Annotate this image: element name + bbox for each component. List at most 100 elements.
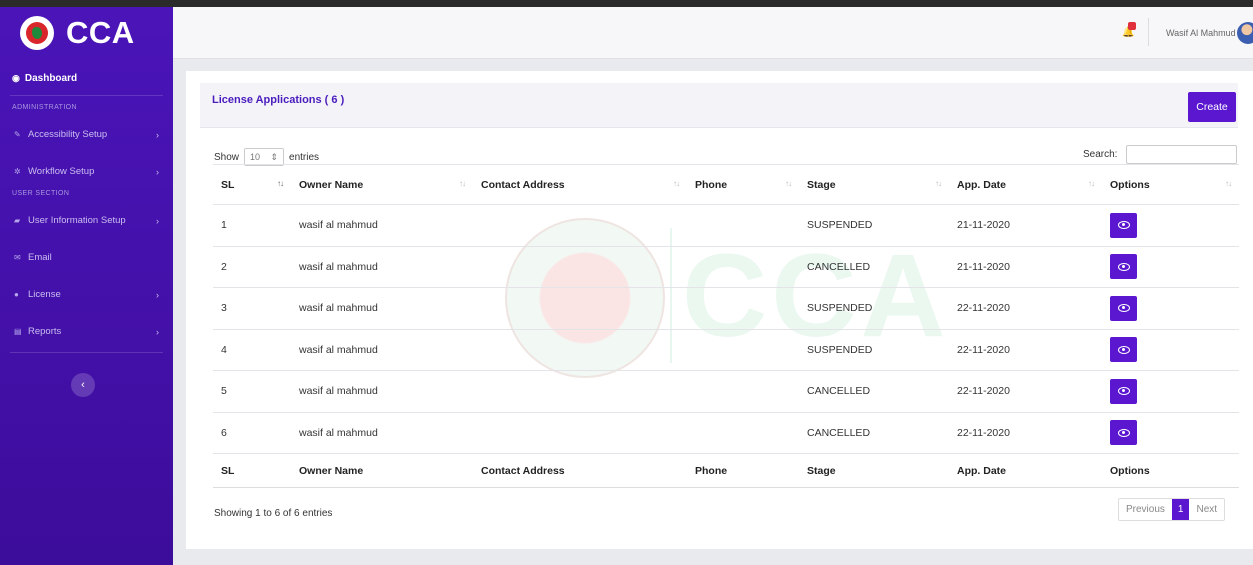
cell-contact-address: [473, 329, 687, 371]
create-button[interactable]: Create: [1188, 92, 1236, 122]
view-button[interactable]: [1110, 212, 1137, 238]
wrench-icon: ✎: [14, 130, 21, 139]
column-header-stage[interactable]: Stage ↑↓: [799, 164, 949, 205]
sidebar-item-email[interactable]: ✉ Email: [0, 239, 173, 276]
chevron-right-icon: ›: [156, 166, 159, 177]
sidebar-collapse-button[interactable]: ‹: [71, 373, 95, 397]
cell-phone: [687, 287, 799, 330]
eye-icon: [1117, 387, 1130, 396]
user-name[interactable]: Wasif Al Mahmud: [1166, 28, 1236, 38]
sidebar-item-label: Dashboard: [24, 72, 78, 84]
pagination: Previous 1 Next: [1118, 498, 1226, 521]
sidebar-item-dashboard[interactable]: ◉ Dashboard: [0, 67, 173, 89]
sidebar-item-accessibility-setup[interactable]: ✎ Accessibility Setup ›: [0, 116, 173, 153]
column-header-sl[interactable]: SL ↑↓: [213, 164, 291, 205]
topbar-divider: [1148, 18, 1149, 46]
cell-contact-address: [473, 370, 687, 413]
cell-sl: 3: [213, 287, 291, 330]
sidebar-item-reports[interactable]: ▤ Reports ›: [0, 313, 173, 350]
table-header-row: SL ↑↓ Owner Name ↑↓ Contact Address ↑↓ Phon…: [213, 164, 1239, 205]
view-button[interactable]: [1110, 295, 1137, 321]
cell-owner-name: wasif al mahmud: [291, 329, 473, 371]
cell-stage: SUSPENDED: [799, 204, 949, 247]
brand-title: CCA: [66, 15, 135, 50]
card-header: License Applications ( 6 ): [200, 83, 1238, 128]
view-button[interactable]: [1110, 378, 1137, 404]
cell-owner-name: wasif al mahmud: [291, 246, 473, 288]
sidebar-item-label: Workflow Setup: [28, 166, 95, 177]
table-row: 1 wasif al mahmud SUSPENDED 21-11-2020: [213, 204, 1239, 247]
footer-stage: Stage: [799, 453, 949, 488]
cell-owner-name: wasif al mahmud: [291, 287, 473, 330]
cca-logo-icon: [20, 16, 54, 50]
eye-icon: [1117, 221, 1130, 230]
email-icon: ✉: [14, 253, 21, 262]
footer-owner-name: Owner Name: [291, 453, 473, 488]
cell-options: [1102, 204, 1239, 247]
sidebar-item-license[interactable]: ● License ›: [0, 276, 173, 313]
pagination-previous[interactable]: Previous: [1119, 499, 1172, 520]
entries-label: entries: [289, 151, 320, 163]
cell-stage: CANCELLED: [799, 370, 949, 413]
column-header-phone[interactable]: Phone ↑↓: [687, 164, 799, 205]
cell-app-date: 21-11-2020: [949, 246, 1102, 288]
cell-app-date: 22-11-2020: [949, 287, 1102, 330]
cell-app-date: 22-11-2020: [949, 412, 1102, 454]
column-header-owner-name[interactable]: Owner Name ↑↓: [291, 164, 473, 205]
sidebar-item-user-information-setup[interactable]: ▰ User Information Setup ›: [0, 202, 173, 239]
gear-icon: ✲: [14, 167, 21, 176]
table-row: 6 wasif al mahmud CANCELLED 22-11-2020: [213, 412, 1239, 454]
cell-app-date: 22-11-2020: [949, 329, 1102, 371]
chevron-right-icon: ›: [156, 129, 159, 140]
sidebar-item-workflow-setup[interactable]: ✲ Workflow Setup ›: [0, 153, 173, 190]
column-header-app-date[interactable]: App. Date ↑↓: [949, 164, 1102, 205]
cell-phone: [687, 204, 799, 247]
entries-value: 10: [250, 152, 261, 162]
chevron-right-icon: ›: [156, 215, 159, 226]
cell-sl: 4: [213, 329, 291, 371]
eye-icon: [1117, 428, 1130, 437]
brand[interactable]: CCA: [0, 7, 173, 59]
cell-sl: 2: [213, 246, 291, 288]
user-avatar[interactable]: [1237, 22, 1253, 44]
cell-options: [1102, 246, 1239, 288]
cell-options: [1102, 412, 1239, 454]
sidebar: CCA ◉ Dashboard ADMINISTRATION ✎ Accessi…: [0, 7, 173, 565]
select-arrows-icon: ⇕: [270, 151, 279, 162]
sidebar-item-label: Reports: [28, 326, 62, 337]
footer-phone: Phone: [687, 453, 799, 488]
chevron-right-icon: ›: [156, 289, 159, 300]
view-button[interactable]: [1110, 254, 1137, 280]
cell-phone: [687, 412, 799, 454]
search-input[interactable]: [1126, 145, 1237, 164]
footer-app-date: App. Date: [949, 453, 1102, 488]
cell-owner-name: wasif al mahmud: [291, 370, 473, 413]
cell-sl: 1: [213, 204, 291, 247]
cell-options: [1102, 329, 1239, 371]
pagination-next[interactable]: Next: [1189, 499, 1224, 520]
pagination-page[interactable]: 1: [1171, 499, 1190, 520]
table-row: 2 wasif al mahmud CANCELLED 21-11-2020: [213, 246, 1239, 288]
chevron-right-icon: ›: [156, 326, 159, 337]
sidebar-item-label: Email: [28, 252, 52, 263]
view-button[interactable]: [1110, 337, 1137, 363]
license-icon: ●: [14, 290, 19, 299]
sidebar-divider: [10, 352, 163, 353]
cell-phone: [687, 329, 799, 371]
dashboard-icon: ◉: [12, 72, 20, 83]
notification-badge: [1128, 22, 1136, 30]
footer-sl: SL: [213, 453, 291, 488]
report-icon: ▤: [14, 327, 22, 336]
cell-contact-address: [473, 287, 687, 330]
view-button[interactable]: [1110, 420, 1137, 446]
sort-icon: ↑↓: [935, 179, 942, 188]
search-label: Search:: [1083, 149, 1118, 160]
column-header-options[interactable]: Options ↑↓: [1102, 164, 1239, 205]
sort-icon: ↑↓: [785, 179, 792, 188]
cell-contact-address: [473, 204, 687, 247]
column-header-contact-address[interactable]: Contact Address ↑↓: [473, 164, 687, 205]
cell-owner-name: wasif al mahmud: [291, 204, 473, 247]
sort-icon: ↑↓: [1088, 179, 1095, 188]
cell-sl: 5: [213, 370, 291, 413]
section-heading-admin: ADMINISTRATION: [12, 104, 77, 111]
